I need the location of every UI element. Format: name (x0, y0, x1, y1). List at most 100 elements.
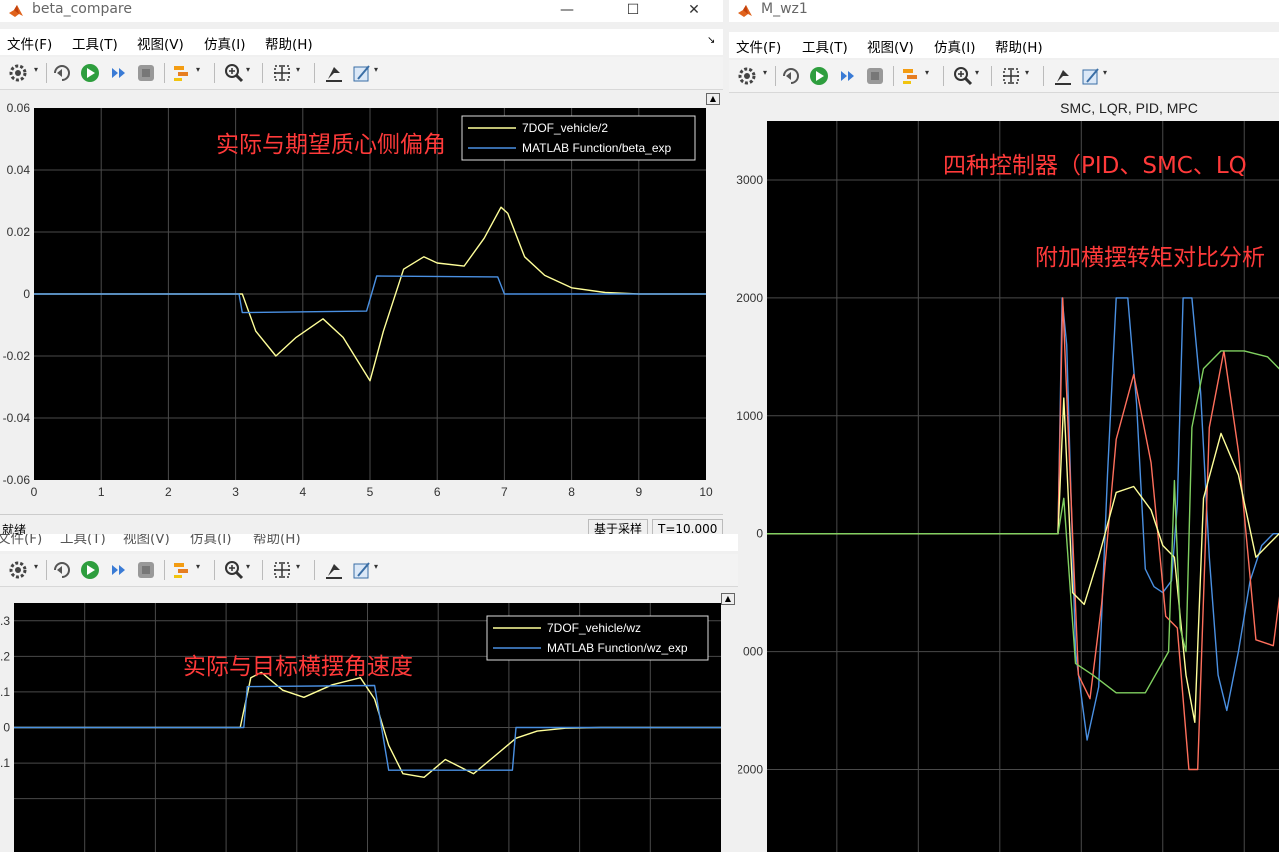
run-icon[interactable] (80, 63, 100, 83)
y-tick-label: -0.06 (3, 473, 31, 487)
dropdown-arrow-icon[interactable]: ▾ (34, 65, 38, 74)
dropdown-arrow-icon[interactable]: ▾ (374, 65, 378, 74)
run-icon[interactable] (809, 66, 829, 86)
chart-annotation: 实际与期望质心侧偏角 (216, 132, 446, 158)
legend-label: 7DOF_vehicle/wz (547, 621, 641, 635)
restore-icon[interactable] (1053, 66, 1073, 86)
window-title: beta_compare (32, 1, 132, 17)
style-icon[interactable] (1081, 66, 1101, 86)
dropdown-arrow-icon[interactable]: ▾ (196, 65, 200, 74)
toolbar-separator (893, 66, 894, 86)
menu-simulation[interactable]: 仿真(I) (934, 36, 976, 56)
x-tick-label: 10 (699, 485, 713, 499)
zoom-icon[interactable] (953, 66, 973, 86)
legend-label: 7DOF_vehicle/2 (522, 121, 608, 135)
menu-view[interactable]: 视图(V) (123, 534, 170, 547)
menu-help[interactable]: 帮助(H) (265, 33, 313, 53)
fit-icon[interactable] (272, 63, 292, 83)
stop-icon[interactable] (865, 66, 885, 86)
y-tick-label: -.1 (0, 756, 10, 770)
minimize-button[interactable]: — (544, 0, 590, 22)
menu-file[interactable]: 文件(F) (0, 534, 42, 547)
expand-legend-icon[interactable]: ▲ (706, 93, 720, 105)
menu-simulation[interactable]: 仿真(I) (190, 534, 232, 547)
menu-tools[interactable]: 工具(T) (60, 534, 106, 547)
dropdown-arrow-icon[interactable]: ▾ (246, 562, 250, 571)
y-tick-label: 2000 (736, 291, 763, 305)
y-tick-label: 000 (743, 645, 763, 659)
settings-icon[interactable] (8, 560, 28, 580)
toolbar-dock-icon[interactable]: ↘ (707, 35, 715, 46)
x-tick-label: 9 (635, 485, 642, 499)
chart-annotation: 四种控制器（PID、SMC、LQ (943, 153, 1247, 179)
chart-title: SMC, LQR, PID, MPC (1060, 100, 1198, 116)
menu-simulation[interactable]: 仿真(I) (204, 33, 246, 53)
fit-icon[interactable] (272, 560, 292, 580)
step-forward-icon[interactable] (108, 560, 128, 580)
menu-view[interactable]: 视图(V) (137, 33, 184, 53)
menu-help[interactable]: 帮助(H) (253, 534, 301, 547)
y-tick-label: -0.04 (3, 411, 31, 425)
step-back-icon[interactable] (781, 66, 801, 86)
highlight-icon[interactable] (172, 63, 192, 83)
dropdown-arrow-icon[interactable]: ▾ (246, 65, 250, 74)
settings-icon[interactable] (737, 66, 757, 86)
dropdown-arrow-icon[interactable]: ▾ (1025, 68, 1029, 77)
y-tick-label: -0.02 (3, 349, 31, 363)
menu-view[interactable]: 视图(V) (867, 36, 914, 56)
zoom-icon[interactable] (224, 63, 244, 83)
expand-legend-icon[interactable]: ▲ (721, 593, 735, 605)
y-tick-label: .2 (0, 649, 10, 663)
dropdown-arrow-icon[interactable]: ▾ (975, 68, 979, 77)
menu-bar: 文件(F) 工具(T) 视图(V) 仿真(I) 帮助(H) (0, 534, 738, 551)
restore-icon[interactable] (324, 560, 344, 580)
dropdown-arrow-icon[interactable]: ▾ (296, 562, 300, 571)
y-tick-label: .1 (0, 685, 10, 699)
dropdown-arrow-icon[interactable]: ▾ (296, 65, 300, 74)
step-back-icon[interactable] (52, 63, 72, 83)
menu-tools[interactable]: 工具(T) (802, 36, 848, 56)
torque-plot: 3000 2000 1000 0 000 2000 四种控制器（PID、SMC、LQ 附加横摆… (729, 93, 1279, 852)
toolbar-separator (46, 560, 47, 580)
toolbar: ▾ ▾ ▾ ▾ ▾ (0, 57, 723, 90)
torque-chart: 30002000100000002000四种控制器（PID、SMC、LQ附加横摆… (736, 100, 1279, 852)
dropdown-arrow-icon[interactable]: ▾ (763, 68, 767, 77)
highlight-icon[interactable] (901, 66, 921, 86)
toolbar-separator (262, 560, 263, 580)
step-forward-icon[interactable] (108, 63, 128, 83)
dropdown-arrow-icon[interactable]: ▾ (196, 562, 200, 571)
dropdown-arrow-icon[interactable]: ▾ (925, 68, 929, 77)
style-icon[interactable] (352, 63, 372, 83)
toolbar-separator (775, 66, 776, 86)
stop-icon[interactable] (136, 560, 156, 580)
dropdown-arrow-icon[interactable]: ▾ (374, 562, 378, 571)
close-button[interactable]: ✕ (671, 0, 717, 22)
title-bar: M_wz1 (729, 0, 1279, 22)
style-icon[interactable] (352, 560, 372, 580)
step-back-icon[interactable] (52, 560, 72, 580)
yaw-rate-window: 文件(F) 工具(T) 视图(V) 仿真(I) 帮助(H) ▾ ▾ ▾ ▾ ▾ .3 .2… (0, 534, 738, 852)
legend-label: MATLAB Function/beta_exp (522, 141, 672, 155)
y-tick-label: 2000 (736, 762, 763, 776)
settings-icon[interactable] (8, 63, 28, 83)
menu-help[interactable]: 帮助(H) (995, 36, 1043, 56)
maximize-button[interactable]: ☐ (610, 0, 656, 22)
fit-icon[interactable] (1001, 66, 1021, 86)
beta-chart: 0.060.040.020-0.02-0.04-0.060 1 2 3 4 5 6 7 8 9 10… (3, 101, 713, 499)
dropdown-arrow-icon[interactable]: ▾ (1103, 68, 1107, 77)
stop-icon[interactable] (136, 63, 156, 83)
menu-file[interactable]: 文件(F) (7, 33, 52, 53)
menu-tools[interactable]: 工具(T) (72, 33, 118, 53)
highlight-icon[interactable] (172, 560, 192, 580)
x-tick-label: 0 (31, 485, 38, 499)
step-forward-icon[interactable] (837, 66, 857, 86)
restore-icon[interactable] (324, 63, 344, 83)
run-icon[interactable] (80, 560, 100, 580)
menu-file[interactable]: 文件(F) (736, 36, 781, 56)
y-tick-label: 1000 (736, 409, 763, 423)
toolbar-separator (314, 560, 315, 580)
dropdown-arrow-icon[interactable]: ▾ (34, 562, 38, 571)
x-tick-label: 6 (434, 485, 441, 499)
toolbar-separator (943, 66, 944, 86)
zoom-icon[interactable] (224, 560, 244, 580)
